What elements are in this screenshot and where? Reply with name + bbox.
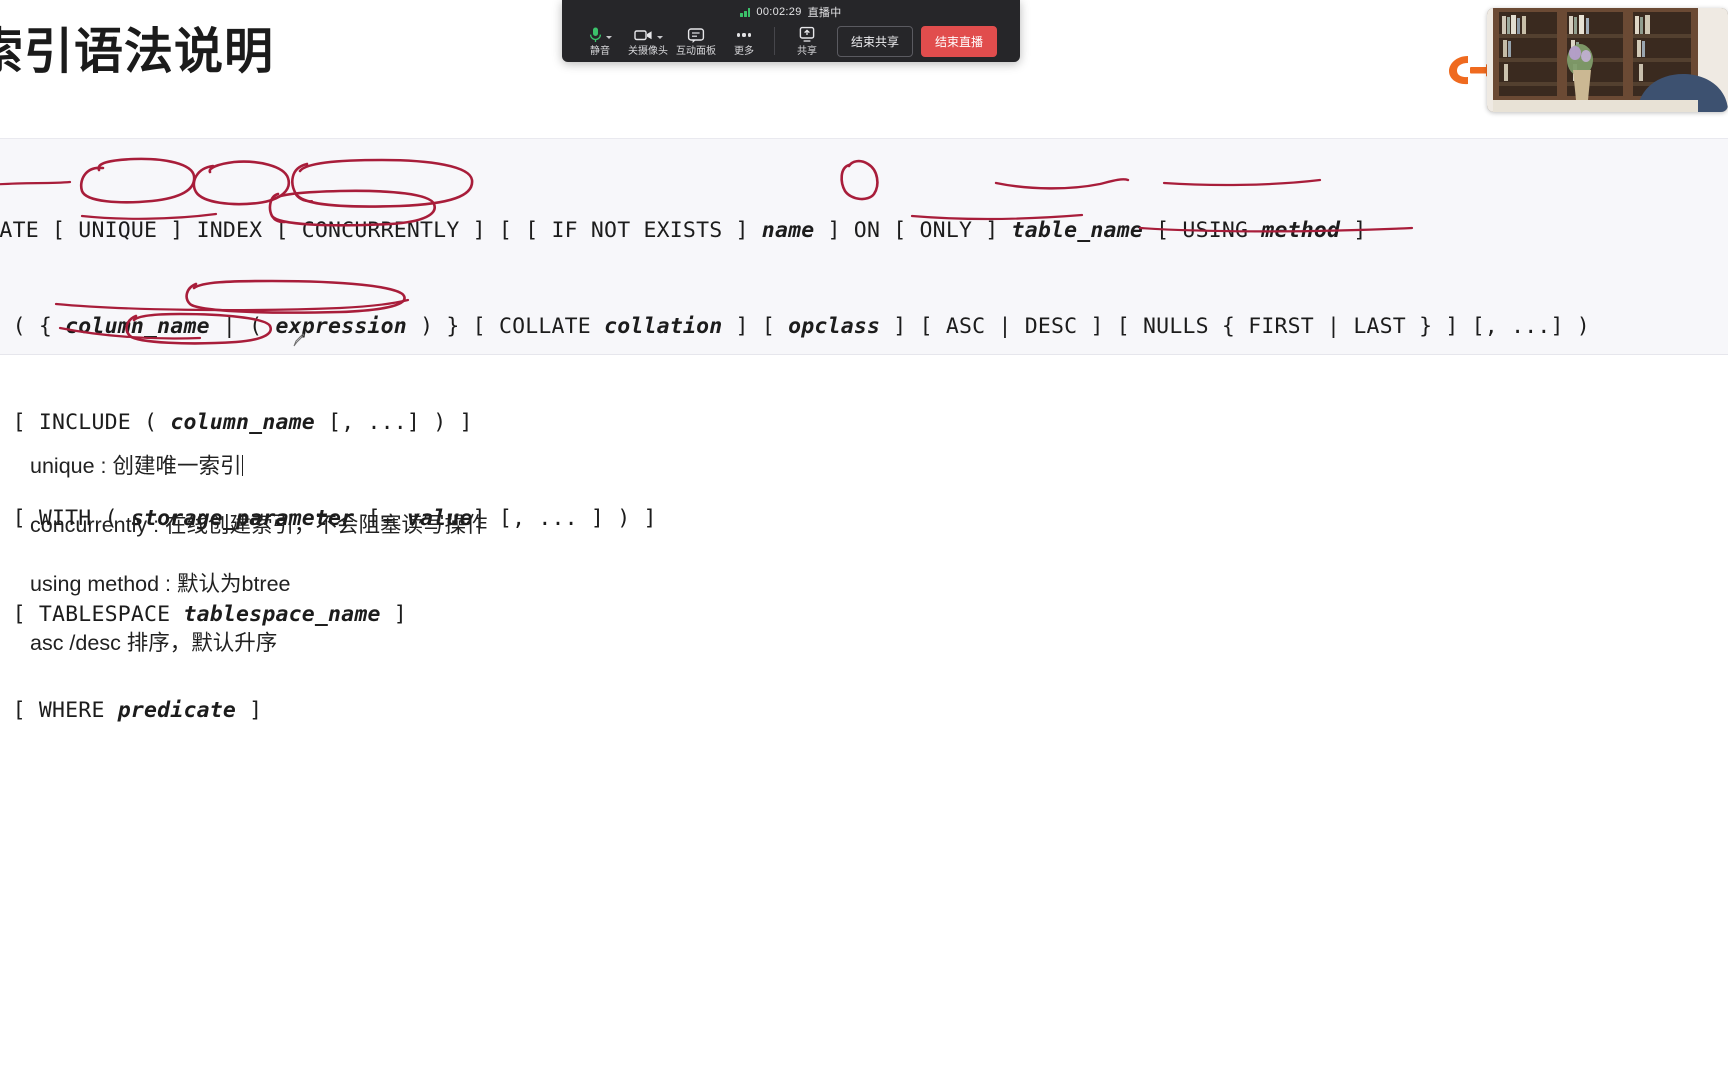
toolbar-status: 00:02:29 直播中	[562, 5, 1020, 19]
more-dots-icon	[737, 25, 751, 45]
mute-button-label: 静音	[590, 46, 610, 57]
screen-share-icon	[798, 25, 816, 45]
text-caret	[242, 455, 244, 476]
sql-syntax-panel: CREATE [ UNIQUE ] INDEX [ CONCURRENTLY ]…	[0, 138, 1728, 723]
share-button-label: 共享	[797, 46, 817, 57]
webcam-video-frame	[1487, 8, 1728, 112]
interaction-panel-button[interactable]: 互动面板	[672, 25, 720, 57]
more-button[interactable]: 更多	[720, 25, 768, 57]
camera-button-label: 关摄像头	[628, 46, 668, 57]
live-status-label: 直播中	[807, 7, 842, 19]
note-line-using-method: using method : 默认为btree	[30, 572, 291, 597]
note-line-unique: unique : 创建唯一索引	[30, 452, 930, 481]
stream-timer: 00:02:29	[756, 6, 802, 18]
chevron-down-icon[interactable]	[606, 35, 612, 39]
more-button-label: 更多	[734, 46, 754, 57]
code-line-1: CREATE [ UNIQUE ] INDEX [ CONCURRENTLY ]…	[0, 218, 1367, 243]
screen-share-slide: 索引语法说明 CREATE [ UNIQUE ] INDEX [ CONCURR…	[0, 0, 1728, 1080]
code-line-6: [ WHERE predicate ]	[12, 698, 263, 723]
note-line-concurrently: concurrently : 在线创建索引，不会阻塞读写操作	[30, 513, 488, 538]
chevron-down-icon[interactable]	[656, 35, 663, 39]
toolbar-controls: 静音 关摄像头 互动面板 更多 共享 结束共享 结束直播	[562, 20, 1020, 62]
end-share-button[interactable]: 结束共享	[837, 25, 914, 57]
code-line-2: ( { column_name | ( expression ) } [ COL…	[12, 314, 1590, 339]
note-text-unique: unique : 创建唯一索引	[30, 454, 242, 478]
signal-bars-icon	[740, 7, 751, 17]
chat-panel-icon	[687, 25, 705, 45]
meeting-toolbar[interactable]: 00:02:29 直播中 静音 关摄像头 互动面板 更多 共享 结束共享 结束直…	[562, 0, 1020, 62]
toolbar-divider	[774, 27, 775, 55]
mute-button[interactable]: 静音	[576, 25, 624, 57]
interaction-panel-label: 互动面板	[676, 46, 716, 57]
end-live-button[interactable]: 结束直播	[921, 25, 998, 57]
share-button[interactable]: 共享	[783, 25, 831, 57]
page-title: 索引语法说明	[0, 25, 275, 79]
code-line-3: [ INCLUDE ( column_name [, ...] ) ]	[12, 410, 473, 435]
note-line-asc-desc: asc /desc 排序，默认升序	[30, 631, 278, 656]
microphone-icon	[588, 25, 612, 45]
camera-button[interactable]: 关摄像头	[624, 25, 672, 57]
camera-icon	[633, 25, 663, 45]
presenter-webcam-pip[interactable]	[1487, 8, 1728, 112]
explanation-notes: unique : 创建唯一索引 concurrently : 在线创建索引，不会…	[30, 452, 930, 658]
